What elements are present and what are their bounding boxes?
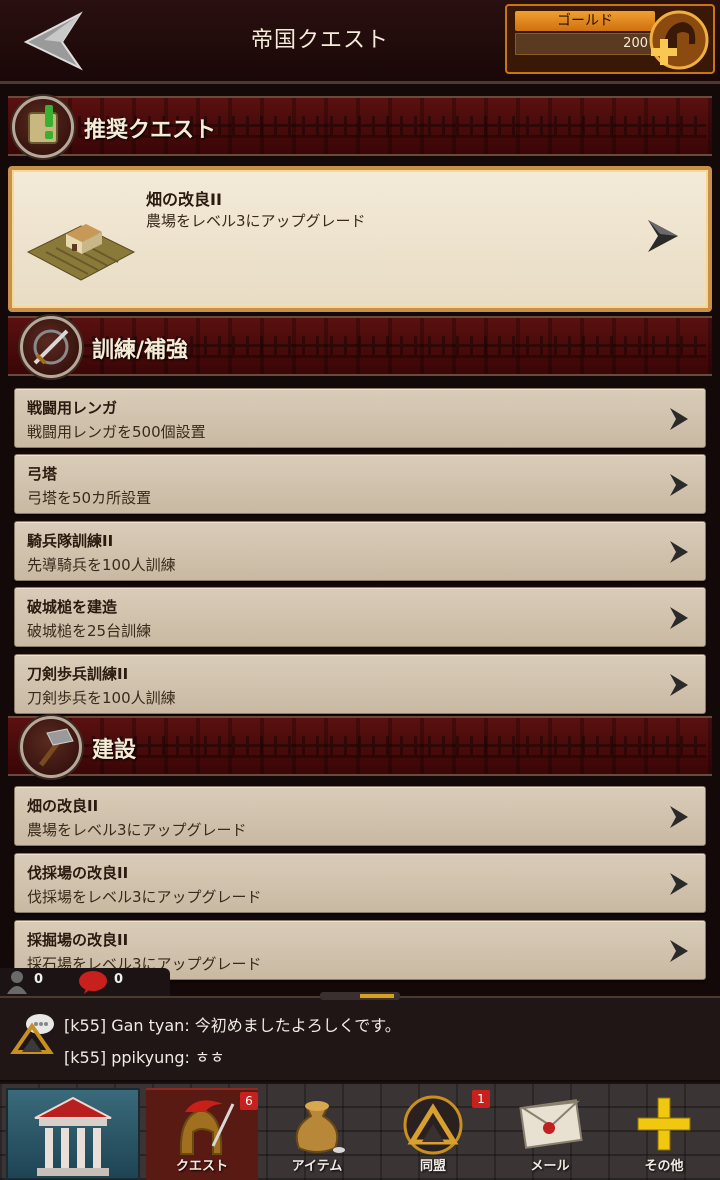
featured-quest-card[interactable]: 畑の改良II 農場をレベル3にアップグレード [8,166,712,312]
gold-label: ゴールド [515,11,655,31]
section-title-recommended: 推奨クエスト [84,118,217,143]
chat-icon [10,1012,58,1058]
chat-drag-handle[interactable] [320,992,400,1000]
chevron-right-icon [670,873,688,895]
quest-title: 刀剣歩兵訓練II [27,665,129,683]
nav-more-tab[interactable]: その他 [610,1088,718,1180]
chevron-right-icon [670,408,688,430]
mail-icon [519,1099,583,1149]
chat-panel[interactable]: [k55] Gan tyan: 今初めましたよろしくです。 [k55] ppik… [0,992,720,1080]
chevron-right-icon [670,806,688,828]
gold-currency-panel: ゴールド 200 [505,4,715,74]
section-header-training: 訓練/補強 [8,316,712,378]
quest-desc: 農場をレベル3にアップグレード [27,821,247,839]
add-gold-button[interactable] [643,10,709,72]
chevron-right-icon [646,216,680,256]
unread-count: 0 [114,972,124,987]
section-title-construction: 建設 [92,738,137,763]
chevron-right-icon [670,940,688,962]
nav-label: 同盟 [419,1159,446,1174]
page-title: 帝国クエスト [250,28,389,53]
section-title-training: 訓練/補強 [92,338,189,363]
quest-badge: 6 [240,1092,258,1110]
chevron-right-icon [670,674,688,696]
nav-home-button[interactable] [6,1088,140,1180]
chat-bubble-icon [79,971,107,994]
hammer-icon [20,716,82,778]
spartan-helmet-icon [179,1100,235,1155]
nav-label: アイテム [291,1159,343,1174]
quest-item-swordsman-training[interactable]: 刀剣歩兵訓練II 刀剣歩兵を100人訓練 [14,654,706,714]
quest-item-battering-ram[interactable]: 破城槌を建造 破城槌を25台訓練 [14,587,706,647]
nav-label: その他 [644,1159,684,1174]
section-header-construction: 建設 [8,716,712,778]
quest-title: 畑の改良II [27,797,99,815]
quest-item-lumber-upgrade[interactable]: 伐採場の改良II 伐採場をレベル3にアップグレード [14,853,706,913]
quest-item-cavalry-training[interactable]: 騎兵隊訓練II 先導騎兵を100人訓練 [14,521,706,581]
quest-title: 伐採場の改良II [27,864,129,882]
chat-message: [k55] Gan tyan: 今初めましたよろしくです。 [64,1016,401,1035]
quest-title: 騎兵隊訓練II [27,532,114,550]
quest-title: 弓塔 [27,465,58,483]
chat-message: [k55] ppikyung: ㅎㅎ [64,1048,225,1067]
quest-desc: 弓塔を50カ所設置 [27,489,152,507]
quest-desc: 先導騎兵を100人訓練 [27,556,176,574]
chevron-right-icon [670,607,688,629]
back-arrow-icon[interactable] [22,10,86,72]
chevron-right-icon [670,474,688,496]
meander-pattern [78,736,706,758]
palace-icon [34,1096,112,1176]
nav-label: クエスト [175,1159,228,1174]
top-bar: 帝国クエスト ゴールド 200 [0,0,720,84]
featured-quest-title: 畑の改良II [146,190,222,209]
quest-item-farm-upgrade[interactable]: 畑の改良II 農場をレベル3にアップグレード [14,786,706,846]
nav-alliance-tab[interactable]: 同盟 1 [374,1088,492,1180]
plus-icon [637,1097,691,1151]
section-header-recommended: 推奨クエスト [8,96,712,158]
quest-title: 戦闘用レンガ [27,399,118,417]
alliance-emblem-icon [403,1095,463,1155]
bottom-nav: クエスト 6 アイテム 同盟 1 メール その他 [0,1082,720,1180]
quest-list[interactable]: 推奨クエスト 畑の改良II 農場をレベル3にアップグレード 訓練/補強 戦闘用レ… [0,88,720,988]
user-icon [7,971,27,994]
quest-item-battle-bricks[interactable]: 戦闘用レンガ 戦闘用レンガを500個設置 [14,388,706,448]
quest-title: 採掘場の改良II [27,931,129,949]
nav-quest-tab[interactable]: クエスト 6 [146,1088,258,1180]
scroll-icon [12,96,74,158]
sword-icon [20,316,82,378]
chat-counters: 0 0 [0,968,170,996]
gold-value-bar: 200 [515,33,655,55]
quest-desc: 破城槌を25台訓練 [27,622,152,640]
farm-icon [26,208,136,282]
money-bag-icon [295,1101,345,1153]
quest-item-archer-tower[interactable]: 弓塔 弓塔を50カ所設置 [14,454,706,514]
alliance-badge: 1 [472,1090,490,1108]
quest-title: 破城槌を建造 [27,598,118,616]
quest-desc: 伐採場をレベル3にアップグレード [27,888,262,906]
chevron-right-icon [670,541,688,563]
featured-quest-desc: 農場をレベル3にアップグレード [146,212,366,230]
online-count: 0 [34,972,44,987]
quest-desc: 戦闘用レンガを500個設置 [27,423,206,441]
nav-mail-tab[interactable]: メール [494,1088,606,1180]
nav-label: メール [530,1159,570,1174]
quest-desc: 刀剣歩兵を100人訓練 [27,689,176,707]
nav-items-tab[interactable]: アイテム [262,1088,372,1180]
